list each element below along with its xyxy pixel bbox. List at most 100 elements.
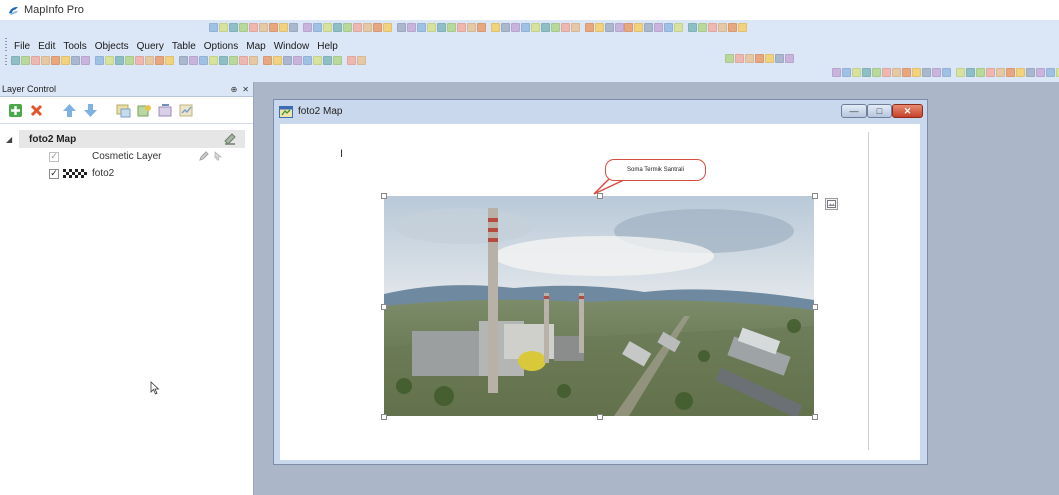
map-canvas[interactable]: I Soma Termik Santrali [280,124,920,460]
raster-image-foto2[interactable] [381,193,818,420]
zoom-out-icon[interactable] [397,23,406,32]
remove-layer-icon[interactable] [29,103,44,118]
zoom-out-icon[interactable] [199,56,208,65]
thematic-icon[interactable] [179,103,194,118]
save-icon[interactable] [273,56,282,65]
menu-window[interactable]: Window [270,41,314,52]
layer-row-foto2[interactable]: ✓ foto2 [49,165,245,182]
draw-polygon-icon[interactable] [323,56,332,65]
label-icon[interactable] [229,56,238,65]
text-tool-icon[interactable] [363,23,372,32]
zoom-out-icon[interactable] [644,23,653,32]
save-icon[interactable] [718,23,727,32]
info-icon[interactable] [1036,68,1045,77]
toolbar-grip[interactable] [5,55,7,67]
menu-tools[interactable]: Tools [59,41,90,52]
expand-collapse-icon[interactable]: ◢ [6,135,12,144]
ruler-icon[interactable] [785,54,794,63]
resize-handle[interactable] [381,193,387,199]
draw-line-icon[interactable] [313,56,322,65]
info-icon[interactable] [872,68,881,77]
draw-polygon-icon[interactable] [521,23,530,32]
callout-label-box[interactable]: Soma Termik Santrali [605,159,706,181]
select-icon[interactable] [347,56,356,65]
draw-line-icon[interactable] [966,68,975,77]
layer-properties-icon[interactable] [116,103,131,118]
open-table-icon[interactable] [912,68,921,77]
map-window-titlebar[interactable]: foto2 Map — □ ✕ [274,100,927,123]
label-icon[interactable] [882,68,891,77]
ruler-icon[interactable] [269,23,278,32]
open-table-icon[interactable] [457,23,466,32]
select-icon[interactable] [541,23,550,32]
new-mapper-icon[interactable] [303,56,312,65]
info-icon[interactable] [219,56,228,65]
draw-polygon-icon[interactable] [976,68,985,77]
layer-visibility-checkbox[interactable]: ✓ [49,168,59,179]
print-icon[interactable] [283,56,292,65]
zoom-in-icon[interactable] [21,56,30,65]
layer-control-icon[interactable] [615,23,624,32]
resize-handle[interactable] [381,304,387,310]
move-up-icon[interactable] [62,103,77,118]
draw-line-icon[interactable] [343,23,352,32]
menu-map[interactable]: Map [242,41,269,52]
new-browser-icon[interactable] [942,68,951,77]
print-icon[interactable] [728,23,737,32]
save-icon[interactable] [303,23,312,32]
zoom-in-icon[interactable] [189,56,198,65]
layer-list-icon[interactable] [223,132,237,146]
save-icon[interactable] [105,56,114,65]
layer-row-cosmetic[interactable]: ✓ Cosmetic Layer [49,148,245,165]
open-table-icon[interactable] [95,56,104,65]
new-mapper-icon[interactable] [501,23,510,32]
zoom-out-icon[interactable] [229,23,238,32]
menu-file[interactable]: File [10,41,34,52]
zoom-in-icon[interactable] [551,23,560,32]
menu-objects[interactable]: Objects [91,41,133,52]
zoom-out-icon[interactable] [852,68,861,77]
draw-polygon-icon[interactable] [353,23,362,32]
image-options-button[interactable] [825,198,838,210]
new-browser-icon[interactable] [293,56,302,65]
zoom-in-icon[interactable] [219,23,228,32]
print-icon[interactable] [932,68,941,77]
resize-handle[interactable] [812,304,818,310]
ruler-icon[interactable] [437,23,446,32]
select-icon[interactable] [996,68,1005,77]
new-mapper-icon[interactable] [333,23,342,32]
new-browser-icon[interactable] [491,23,500,32]
select-icon[interactable] [624,23,633,32]
layer-visibility-checkbox[interactable]: ✓ [49,151,59,162]
ruler-icon[interactable] [239,56,248,65]
zoom-out-icon[interactable] [31,56,40,65]
info-icon[interactable] [765,54,774,63]
layer-control-icon[interactable] [447,23,456,32]
print-icon[interactable] [477,23,486,32]
text-tool-icon[interactable] [986,68,995,77]
save-icon[interactable] [467,23,476,32]
select-icon[interactable] [179,56,188,65]
layer-control-icon[interactable] [279,23,288,32]
close-button[interactable]: ✕ [892,104,923,118]
resize-handle[interactable] [597,414,603,420]
open-table-icon[interactable] [263,56,272,65]
select-icon[interactable] [832,68,841,77]
menu-query[interactable]: Query [133,41,168,52]
grabber-icon[interactable] [239,23,248,32]
layer-control-icon[interactable] [81,56,90,65]
label-icon[interactable] [595,23,604,32]
zoom-out-icon[interactable] [1016,68,1025,77]
select-icon[interactable] [209,23,218,32]
new-browser-icon[interactable] [125,56,134,65]
label-icon[interactable] [775,54,784,63]
ruler-icon[interactable] [892,68,901,77]
label-icon[interactable] [259,23,268,32]
minimize-button[interactable]: — [841,104,867,118]
info-icon[interactable] [585,23,594,32]
new-browser-icon[interactable] [738,23,747,32]
grabber-icon[interactable] [862,68,871,77]
pin-icon[interactable]: ⊕ [231,85,238,94]
layer-control-icon[interactable] [902,68,911,77]
grabber-icon[interactable] [1026,68,1035,77]
